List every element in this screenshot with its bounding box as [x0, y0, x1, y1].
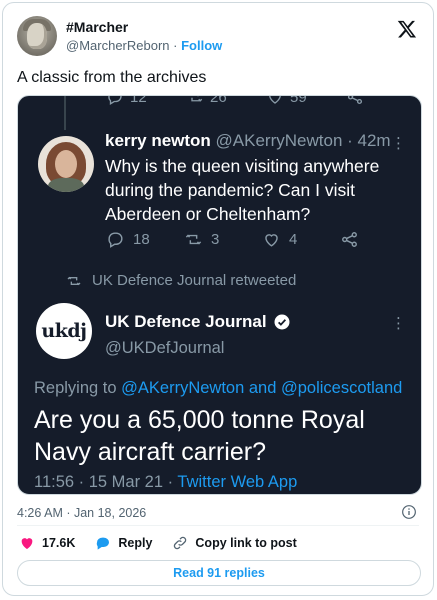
ukdj-name: UK Defence Journal: [105, 312, 267, 331]
post-action-row: 17.6K Reply Copy link to post: [19, 535, 317, 551]
cut-share-stat: [346, 96, 421, 106]
mention-akerrynewton: @AKerryNewton: [121, 379, 245, 397]
ukdj-time-date: 11:56 · 15 Mar 21 ·: [34, 473, 174, 491]
cut-retweet-stat: 26: [186, 95, 266, 106]
retweet-icon: [191, 96, 203, 102]
copy-link-button[interactable]: Copy link to post: [172, 535, 297, 551]
heart-icon: [265, 234, 278, 247]
ukdj-name-row: UK Defence Journal: [105, 312, 291, 332]
more-options-icon: ⋮: [391, 315, 407, 332]
author-avatar[interactable]: [17, 16, 57, 56]
reply-icon: [108, 232, 123, 248]
reply-icon: [108, 96, 122, 105]
x-logo-icon[interactable]: [397, 19, 417, 39]
kerry-header: kerry newton @AKerryNewton · 42m: [105, 131, 391, 151]
cut-like-count: 59: [290, 95, 307, 106]
separator-dot: ·: [173, 38, 178, 53]
replying-to-line: Replying to @AKerryNewton and @policesco…: [34, 379, 402, 398]
mention-policescotland: @policescotland: [281, 379, 403, 397]
kerry-reply-count: 18: [133, 231, 150, 248]
link-icon: [174, 536, 187, 550]
ukdj-avatar: ukdj: [36, 303, 92, 359]
ukdj-source-app: Twitter Web App: [177, 473, 298, 491]
embedded-post-card: #Marcher @MarcherReborn · Follow A class…: [2, 2, 434, 596]
reply-label: Reply: [118, 536, 153, 550]
reply-bubble-icon: [97, 537, 110, 550]
share-icon: [342, 232, 357, 247]
author-handle[interactable]: @MarcherReborn: [66, 38, 170, 53]
heart-icon: [21, 538, 33, 549]
verified-badge-icon: [274, 314, 290, 330]
ukdj-handle: @UKDefJournal: [105, 339, 225, 357]
post-text: A classic from the archives: [17, 69, 207, 86]
cut-reply-stat: 12: [106, 95, 186, 106]
heart-icon: [269, 96, 281, 104]
like-count: 17.6K: [42, 536, 76, 550]
retweeted-text: UK Defence Journal retweeted: [92, 272, 297, 289]
kerry-action-row: 18 3 4: [106, 230, 418, 249]
post-image-screenshot[interactable]: 12 26 59 kerry newton @AKerryNewton · 42…: [17, 95, 422, 495]
kerry-retweet-stat: 3: [184, 230, 262, 249]
more-options-icon: ⋮: [391, 135, 407, 152]
kerry-tweet-text: Why is the queen visiting anywhere durin…: [105, 156, 380, 224]
cut-reply-count: 12: [130, 95, 147, 106]
kerry-reply-stat: 18: [106, 230, 184, 249]
ukdj-meta: 11:56 · 15 Mar 21 · Twitter Web App: [34, 473, 297, 492]
kerry-like-count: 4: [289, 231, 298, 248]
cut-retweet-count: 26: [210, 95, 227, 106]
kerry-avatar: [38, 136, 94, 192]
follow-link[interactable]: Follow: [181, 38, 222, 53]
info-icon[interactable]: [401, 504, 417, 520]
reply-button[interactable]: Reply: [95, 535, 152, 551]
thread-line: [64, 96, 66, 130]
retweet-icon: [67, 276, 81, 285]
kerry-name: kerry newton: [105, 131, 211, 150]
and-word: and: [248, 379, 277, 397]
replying-prefix: Replying to: [34, 379, 117, 397]
post-timestamp[interactable]: 4:26 AM · Jan 18, 2026: [17, 506, 146, 520]
read-replies-button[interactable]: Read 91 replies: [17, 560, 421, 586]
retweeted-note: UK Defence Journal retweeted: [66, 272, 296, 289]
kerry-share-stat: [340, 230, 418, 249]
cut-like-stat: 59: [266, 95, 346, 106]
cut-off-action-row: 12 26 59: [106, 95, 421, 106]
like-button[interactable]: 17.6K: [19, 535, 75, 551]
retweet-icon: [185, 234, 202, 245]
share-icon: [347, 96, 363, 105]
footer-divider: [17, 525, 419, 526]
kerry-retweet-count: 3: [211, 231, 220, 248]
copy-link-label: Copy link to post: [195, 536, 297, 550]
author-display-name[interactable]: #Marcher: [66, 19, 128, 35]
author-handle-row: @MarcherReborn · Follow: [66, 38, 222, 53]
kerry-handle-time: @AKerryNewton · 42m: [215, 131, 391, 150]
kerry-like-stat: 4: [262, 230, 340, 249]
ukdj-tweet-text: Are you a 65,000 tonne Royal Navy aircra…: [34, 406, 365, 466]
